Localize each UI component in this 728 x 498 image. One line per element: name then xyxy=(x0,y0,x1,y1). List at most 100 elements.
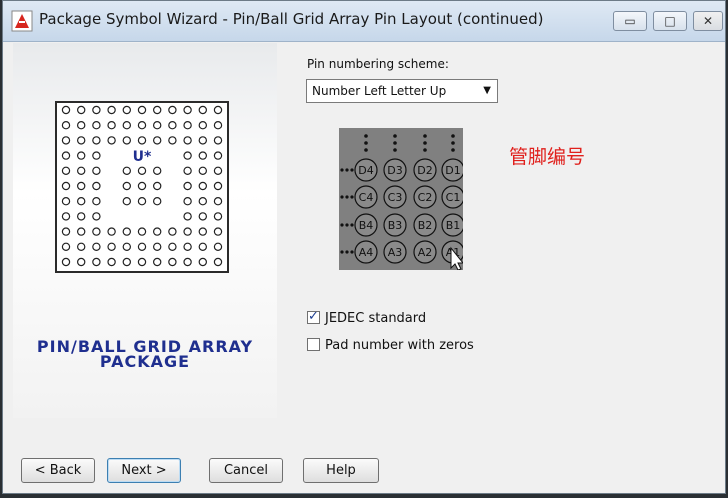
ellipsis-dot xyxy=(423,134,427,138)
ellipsis-dot xyxy=(393,141,397,145)
pkg-ball xyxy=(122,105,132,115)
ellipsis-dot xyxy=(345,168,349,172)
pkg-ball xyxy=(137,166,147,176)
pkg-ball xyxy=(168,242,177,251)
package-illustration-panel: U* PIN/BALL GRID ARRAY PACKAGE xyxy=(13,43,277,418)
preview-pin-label: C2 xyxy=(418,191,433,204)
pkg-ball xyxy=(183,257,192,267)
pkg-ball xyxy=(77,151,86,160)
pkg-ball xyxy=(61,136,71,145)
ellipsis-dot xyxy=(350,168,354,172)
back-button[interactable]: < Back xyxy=(21,458,95,483)
pkg-ball xyxy=(183,196,192,206)
ellipsis-dot xyxy=(423,148,427,152)
close-icon: ✕ xyxy=(702,14,714,28)
pkg-ball xyxy=(107,257,116,267)
pkg-ball xyxy=(61,151,71,160)
close-button[interactable]: ✕ xyxy=(693,11,723,31)
pin-numbering-value: Number Left Letter Up xyxy=(312,84,447,98)
pkg-ball xyxy=(77,181,86,191)
symbol-designator: U* xyxy=(133,149,152,165)
preview-pin-label: D3 xyxy=(387,164,402,177)
pkg-ball xyxy=(213,121,223,130)
ellipsis-dot xyxy=(364,141,368,145)
next-button[interactable]: Next > xyxy=(107,458,181,483)
pkg-ball xyxy=(198,181,207,191)
ellipsis-dot xyxy=(451,134,455,138)
pkg-ball xyxy=(77,121,86,130)
pkg-ball xyxy=(61,105,71,115)
pkg-ball xyxy=(92,166,101,176)
pkg-ball xyxy=(77,257,86,267)
pkg-ball xyxy=(183,166,192,176)
pin-numbering-label: Pin numbering scheme: xyxy=(307,57,449,71)
pkg-ball xyxy=(198,121,207,130)
pkg-ball xyxy=(77,105,86,115)
jedec-label: JEDEC standard xyxy=(325,311,427,326)
pkg-ball xyxy=(61,212,71,221)
pkg-ball xyxy=(152,166,162,176)
pkg-ball xyxy=(122,242,132,251)
pkg-ball xyxy=(137,196,147,206)
jedec-standard-option[interactable]: ✓ JEDEC standard xyxy=(307,309,427,326)
pkg-ball xyxy=(152,105,162,115)
wizard-window: Package Symbol Wizard - Pin/Ball Grid Ar… xyxy=(2,0,726,494)
pad-zeros-label: Pad number with zeros xyxy=(325,338,474,353)
maximize-icon: □ xyxy=(664,14,676,28)
pkg-ball xyxy=(213,136,223,145)
pad-zeros-checkbox[interactable] xyxy=(307,338,320,351)
pkg-ball xyxy=(213,151,223,160)
pad-zeros-option[interactable]: Pad number with zeros xyxy=(307,338,474,353)
ellipsis-dot xyxy=(340,195,344,199)
preview-pin-label: B2 xyxy=(418,219,433,232)
pkg-ball xyxy=(183,105,192,115)
title-bar[interactable]: Package Symbol Wizard - Pin/Ball Grid Ar… xyxy=(3,1,725,42)
package-type-label: PIN/BALL GRID ARRAY PACKAGE xyxy=(13,339,277,371)
bga-ball-grid: U* xyxy=(61,105,223,267)
pkg-ball xyxy=(107,105,116,115)
pkg-ball xyxy=(152,227,162,236)
minimize-button[interactable]: ▭ xyxy=(613,11,647,31)
maximize-button[interactable]: □ xyxy=(653,11,687,31)
preview-pin-label: D2 xyxy=(417,164,432,177)
ellipsis-dot xyxy=(350,195,354,199)
pkg-ball xyxy=(168,136,177,145)
pkg-ball xyxy=(92,121,101,130)
pkg-ball xyxy=(77,212,86,221)
pkg-ball xyxy=(168,105,177,115)
cancel-button[interactable]: Cancel xyxy=(209,458,283,483)
pkg-ball xyxy=(183,242,192,251)
pkg-ball xyxy=(213,181,223,191)
pkg-ball xyxy=(122,166,132,176)
preview-pin-label: B1 xyxy=(446,219,461,232)
help-button[interactable]: Help xyxy=(303,458,379,483)
pkg-ball xyxy=(122,257,132,267)
preview-pin-label: A4 xyxy=(359,246,374,259)
pkg-ball xyxy=(77,166,86,176)
pin-numbering-select[interactable]: Number Left Letter Up ▼ xyxy=(306,79,498,103)
pkg-ball xyxy=(183,181,192,191)
app-icon xyxy=(11,10,33,32)
package-label-line2: PACKAGE xyxy=(99,352,191,371)
ellipsis-dot xyxy=(393,134,397,138)
pkg-ball xyxy=(61,242,71,251)
pkg-ball xyxy=(137,257,147,267)
ellipsis-dot xyxy=(451,141,455,145)
pkg-ball xyxy=(213,257,223,267)
window-title: Package Symbol Wizard - Pin/Ball Grid Ar… xyxy=(39,10,544,28)
annotation-text: 管脚编号 xyxy=(509,146,586,168)
pkg-ball xyxy=(92,257,101,267)
pkg-ball xyxy=(152,242,162,251)
ellipsis-dot xyxy=(345,195,349,199)
pkg-ball xyxy=(107,242,116,251)
pkg-ball xyxy=(152,181,162,191)
pkg-ball xyxy=(137,105,147,115)
pkg-ball xyxy=(92,105,101,115)
pkg-ball xyxy=(107,136,116,145)
minimize-icon: ▭ xyxy=(624,14,636,28)
pkg-ball xyxy=(168,227,177,236)
preview-grid: D4D3D2D1C4C3C2C1B4B3B2B1A4A3A2A1 xyxy=(340,134,463,270)
pkg-ball xyxy=(168,121,177,130)
jedec-checkbox[interactable]: ✓ xyxy=(307,309,320,324)
pkg-ball xyxy=(137,121,147,130)
